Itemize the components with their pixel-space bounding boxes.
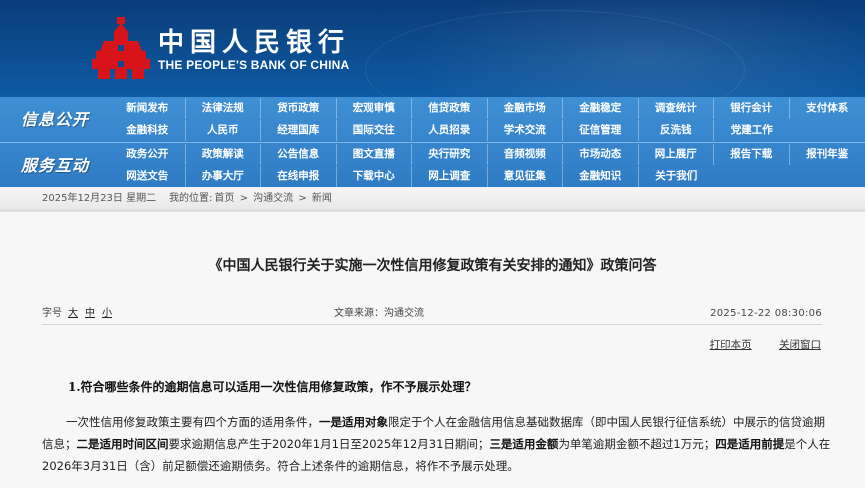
nav-item[interactable]: 在线申报 (261, 166, 337, 187)
nav-item[interactable]: 反洗钱 (639, 120, 714, 141)
article-title: 《中国人民银行关于实施一次性信用修复政策有关安排的通知》政策问答 (208, 258, 657, 274)
nav-item[interactable]: 新闻发布 (110, 98, 186, 119)
breadcrumb-separator: > (298, 193, 307, 204)
close-window-link[interactable]: 关闭窗口 (779, 339, 821, 351)
text-segment: 一次性信用修复政策主要有四个方面的适用条件， (66, 415, 319, 429)
emphasis-segment: 一是适用对象 (319, 415, 388, 429)
nav-section-title-info: 信息公开 (20, 110, 89, 129)
logo-chinese-name[interactable]: 中国人民银行 (158, 22, 350, 59)
font-size-large-link[interactable]: 大 (68, 304, 78, 324)
breadcrumb-news[interactable]: 新闻 (312, 193, 332, 204)
font-size-medium-link[interactable]: 中 (85, 304, 95, 324)
nav-row: 网送文告 办事大厅 在线申报 下载中心 网上调查 意见征集 金融知识 关于我们 (110, 166, 865, 188)
print-page-link[interactable]: 打印本页 (710, 339, 752, 351)
nav-item[interactable]: 金融科技 (110, 120, 186, 141)
nav-item[interactable]: 征信管理 (563, 120, 639, 141)
breadcrumb-communication[interactable]: 沟通交流 (253, 193, 293, 204)
text-segment: 要求逾期信息产生于2020年1月1日至2025年12月31日期间； (168, 437, 490, 451)
meta-divider (42, 324, 822, 325)
nav-item[interactable]: 网上调查 (412, 166, 488, 187)
nav-section-service: 服务互动 政务公开 政策解读 公告信息 图文直播 央行研究 音频视频 市场动态 … (0, 142, 865, 187)
emphasis-segment: 二是适用时间区间 (76, 437, 169, 451)
nav-item[interactable]: 报刊年鉴 (790, 144, 865, 165)
nav-item[interactable]: 金融市场 (488, 98, 563, 119)
article-meta: 字号 大 中 小 文章来源：沟通交流 2025-12-22 08:30:06 (42, 304, 822, 325)
breadcrumb-prefix: 我的位置: (169, 193, 213, 204)
breadcrumb-bar: 2025年12月23日 星期二 我的位置: 首页 > 沟通交流 > 新闻 (0, 187, 865, 211)
nav-item[interactable]: 下载中心 (337, 166, 412, 187)
page: 中国人民银行 THE PEOPLE'S BANK OF CHINA 信息公开 新… (0, 0, 865, 488)
font-size-small-link[interactable]: 小 (102, 304, 112, 324)
font-size-label: 字号 (42, 308, 62, 319)
nav-item[interactable]: 宏观审慎 (337, 98, 412, 119)
nav-item[interactable]: 报告下载 (714, 144, 790, 165)
current-date: 2025年12月23日 星期二 (42, 193, 157, 204)
question-heading: 1.符合哪些条件的逾期信息可以适用一次性信用修复政策，作不予展示处理？ (68, 380, 477, 394)
nav-item[interactable]: 办事大厅 (186, 166, 261, 187)
nav-item[interactable]: 调查统计 (639, 98, 714, 119)
nav-item[interactable]: 公告信息 (261, 144, 337, 165)
nav-item[interactable]: 意见征集 (488, 166, 563, 187)
nav-item[interactable]: 图文直播 (337, 144, 412, 165)
nav-item[interactable]: 人员招录 (412, 120, 488, 141)
nav-item[interactable]: 货币政策 (261, 98, 337, 119)
nav-item[interactable]: 党建工作 (714, 120, 790, 141)
main-navigation: 信息公开 新闻发布 法律法规 货币政策 宏观审慎 信贷政策 金融市场 金融稳定 … (0, 97, 865, 187)
article-actions: 打印本页 关闭窗口 (686, 337, 821, 352)
nav-item[interactable]: 学术交流 (488, 120, 563, 141)
nav-item[interactable]: 央行研究 (412, 144, 488, 165)
nav-item[interactable]: 人民币 (186, 120, 261, 141)
nav-section-title-service: 服务互动 (20, 156, 89, 175)
breadcrumb-separator: > (239, 193, 248, 204)
nav-item[interactable]: 法律法规 (186, 98, 261, 119)
pboc-emblem-icon[interactable] (92, 17, 150, 79)
breadcrumb-home[interactable]: 首页 (214, 193, 234, 204)
nav-item[interactable]: 国际交往 (337, 120, 412, 141)
nav-item[interactable]: 音频视频 (488, 144, 563, 165)
nav-item[interactable]: 金融知识 (563, 166, 639, 187)
nav-item[interactable]: 网上展厅 (639, 144, 714, 165)
article-source: 文章来源：沟通交流 (334, 308, 424, 319)
emphasis-segment: 三是适用金额 (489, 437, 559, 451)
nav-row: 政务公开 政策解读 公告信息 图文直播 央行研究 音频视频 市场动态 网上展厅 … (110, 144, 865, 166)
nav-item[interactable]: 支付体系 (790, 98, 865, 119)
nav-item[interactable]: 政务公开 (110, 144, 186, 165)
site-header: 中国人民银行 THE PEOPLE'S BANK OF CHINA (0, 0, 865, 97)
nav-item[interactable]: 银行会计 (714, 98, 790, 119)
answer-paragraph: 一次性信用修复政策主要有四个方面的适用条件，一是适用对象限定于个人在金融信用信息… (42, 411, 832, 477)
nav-item[interactable]: 信贷政策 (412, 98, 488, 119)
article-timestamp: 2025-12-22 08:30:06 (710, 308, 822, 319)
breadcrumb: 我的位置: 首页 > 沟通交流 > 新闻 (168, 187, 333, 211)
nav-section-info: 信息公开 新闻发布 法律法规 货币政策 宏观审慎 信贷政策 金融市场 金融稳定 … (0, 97, 865, 142)
nav-item[interactable]: 政策解读 (186, 144, 261, 165)
nav-item[interactable]: 金融稳定 (563, 98, 639, 119)
nav-item[interactable]: 关于我们 (639, 166, 715, 187)
article-container: 《中国人民银行关于实施一次性信用修复政策有关安排的通知》政策问答 字号 大 中 … (0, 211, 865, 488)
nav-row: 金融科技 人民币 经理国库 国际交往 人员招录 学术交流 征信管理 反洗钱 党建… (110, 120, 865, 142)
nav-row: 新闻发布 法律法规 货币政策 宏观审慎 信贷政策 金融市场 金融稳定 调查统计 … (110, 98, 865, 120)
nav-item[interactable]: 经理国库 (261, 120, 337, 141)
text-segment: 为单笔逾期金额不超过1万元； (558, 437, 716, 451)
nav-item[interactable]: 网送文告 (110, 166, 186, 187)
nav-item[interactable]: 市场动态 (563, 144, 639, 165)
logo-english-name[interactable]: THE PEOPLE'S BANK OF CHINA (158, 58, 349, 72)
emphasis-segment: 四是适用前提 (715, 437, 785, 451)
